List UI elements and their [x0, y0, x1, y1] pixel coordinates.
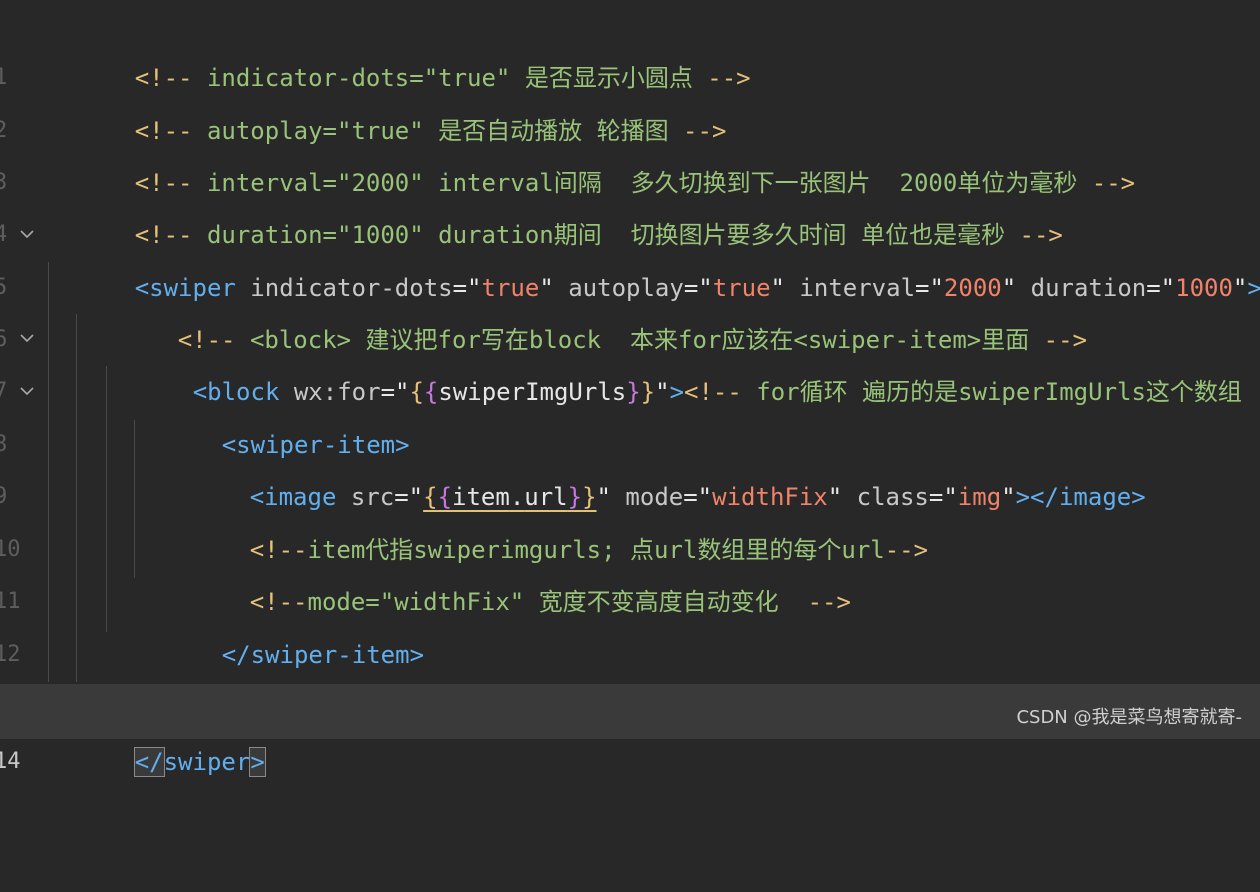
tag-bracket-matched: </	[133, 747, 165, 777]
tag-bracket-matched: >	[249, 747, 266, 777]
csdn-watermark: CSDN @我是菜鸟想寄就寄-	[1016, 707, 1242, 728]
fold-chevron-icon[interactable]	[19, 314, 35, 366]
code-line[interactable]: 10 <!--item代指swiperimgurls; 点url数组里的每个ur…	[0, 472, 1260, 564]
code-line[interactable]: 2 <!-- autoplay="true" 是否自动播放 轮播图 -->	[0, 53, 1260, 145]
code-line[interactable]: 9 <image src="{{item.url}}" mode="widthF…	[0, 419, 1260, 511]
code-line[interactable]: 8 <swiper-item>	[0, 367, 1260, 459]
code-line[interactable]: 7 <block wx:for="{{swiperImgUrls}}"><!--…	[0, 314, 1260, 406]
tag-name: swiper	[163, 748, 251, 776]
code-line[interactable]: 5 <swiper indicator-dots="true" autoplay…	[0, 210, 1260, 302]
code-line[interactable]: 12 </swiper-item>	[0, 577, 1260, 669]
line-number: 14	[0, 749, 21, 774]
code-line[interactable]: 1 <!-- indicator-dots="true" 是否显示小圆点 -->	[0, 0, 1260, 92]
code-line[interactable]: 4 <!-- duration="1000" duration期间 切换图片要多…	[0, 157, 1260, 249]
code-line[interactable]: 13 </block>	[0, 629, 1260, 721]
code-editor[interactable]: 1 <!-- indicator-dots="true" 是否显示小圆点 -->…	[0, 0, 1260, 777]
code-line[interactable]: 11 <!--mode="widthFix" 宽度不变高度自动变化 -->	[0, 524, 1260, 616]
fold-chevron-icon[interactable]	[19, 367, 35, 419]
code-line[interactable]: 3 <!-- interval="2000" interval间隔 多久切换到下…	[0, 105, 1260, 197]
code-line[interactable]: 6 <!-- <block> 建议把for写在block 本来for应该在<sw…	[0, 262, 1260, 354]
fold-chevron-icon[interactable]	[19, 210, 35, 262]
